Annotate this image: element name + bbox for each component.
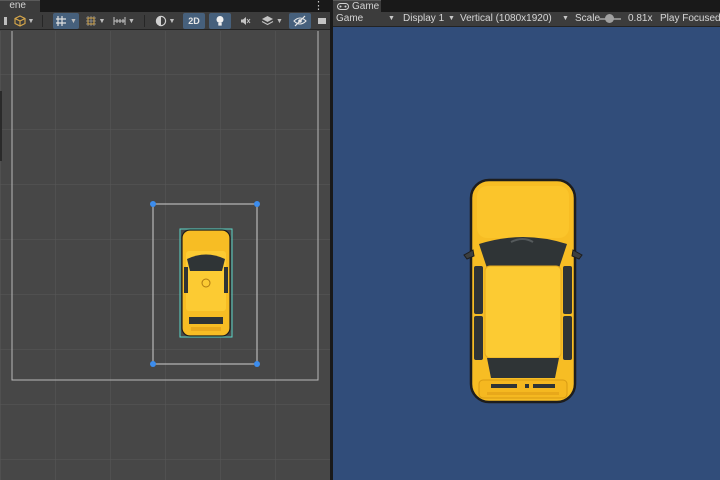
- gizmo-handle-top-right[interactable]: [254, 201, 260, 207]
- layers-icon: [261, 16, 274, 26]
- shading-mode-icon: [155, 15, 166, 27]
- tab-game[interactable]: Game: [333, 0, 381, 12]
- speaker-mute-icon: [241, 17, 251, 25]
- more-vert-icon[interactable]: ⋮: [313, 0, 324, 12]
- 2d-mode-button[interactable]: 2D: [183, 13, 205, 29]
- tab-scene[interactable]: ene: [0, 0, 40, 12]
- chevron-down-icon: ▼: [98, 17, 106, 25]
- chevron-down-icon: ▼: [168, 17, 176, 25]
- grid-icon: [56, 16, 67, 26]
- scene-viewport[interactable]: [0, 31, 330, 480]
- game-panel: Game Game ▼ Display 1 ▼ Vertical (1080x1…: [333, 0, 720, 480]
- scene-edge-marker: [0, 91, 2, 161]
- scale-slider-thumb[interactable]: [605, 14, 614, 23]
- car-sprite[interactable]: [179, 228, 233, 338]
- grid-snap-toggle[interactable]: ▼: [83, 13, 107, 29]
- scene-tab-label: ene: [9, 0, 26, 11]
- 2d-mode-label: 2D: [188, 16, 200, 26]
- scene-visibility-toggle[interactable]: [289, 13, 311, 29]
- game-canvas: [463, 178, 583, 404]
- scene-camera-dropdown[interactable]: [314, 13, 330, 29]
- snap-grid-icon: [85, 16, 96, 26]
- chevron-down-icon: ▼: [128, 17, 135, 25]
- lightbulb-icon: [216, 16, 224, 26]
- effects-dropdown[interactable]: ▼: [259, 13, 285, 29]
- chevron-down-icon: ▼: [276, 17, 283, 25]
- gizmo-handle-bottom-left[interactable]: [150, 361, 156, 367]
- lighting-toggle[interactable]: [209, 13, 231, 29]
- gizmo-handle-bottom-right[interactable]: [254, 361, 260, 367]
- audio-toggle[interactable]: [235, 13, 255, 29]
- scene-canvas: [0, 31, 330, 480]
- scene-tab-bar: ene ⋮: [0, 0, 330, 12]
- chevron-down-icon: ▼: [70, 17, 77, 25]
- scene-panel: ene ⋮ ▼ ▼ ▼ ▼ ▼ 2D ▼: [0, 0, 330, 480]
- display-label: Display 1: [403, 13, 445, 24]
- resolution-label: Vertical (1080x1920): [460, 13, 552, 24]
- chevron-down-icon: ▼: [562, 15, 569, 22]
- increment-snap-toggle[interactable]: ▼: [111, 13, 137, 29]
- gizmo-handle-top-left[interactable]: [150, 201, 156, 207]
- chevron-down-icon: ▼: [388, 15, 395, 22]
- scene-toolbar: ▼ ▼ ▼ ▼ ▼ 2D ▼: [0, 12, 330, 30]
- view-mode-label: Game: [336, 13, 364, 24]
- game-controller-icon: [337, 3, 349, 10]
- chevron-down-icon: ▼: [27, 17, 35, 25]
- camera-icon: [318, 18, 326, 24]
- scene-grid: [0, 31, 330, 480]
- scale-value: 0.81x: [628, 13, 653, 24]
- eye-hidden-icon: [293, 15, 307, 27]
- cube-icon: [13, 15, 26, 27]
- chevron-down-icon: ▼: [448, 15, 455, 22]
- hand-tool-icon[interactable]: [2, 13, 10, 29]
- scale-label: Scale: [575, 13, 601, 24]
- global-local-toggle[interactable]: ▼: [12, 13, 36, 29]
- play-focused-dropdown[interactable]: Play Focused: [660, 12, 720, 26]
- grid-visibility-toggle[interactable]: ▼: [53, 13, 79, 29]
- draw-mode-dropdown[interactable]: ▼: [153, 13, 177, 29]
- ruler-icon: [113, 17, 126, 25]
- game-tab-label: Game: [352, 0, 380, 12]
- toolbar-divider: [42, 15, 43, 27]
- game-toolbar: Game ▼ Display 1 ▼ Vertical (1080x1920) …: [333, 12, 720, 27]
- game-tab-bar: Game: [333, 0, 720, 12]
- car-game-render: [463, 178, 583, 404]
- toolbar-divider: [144, 15, 145, 27]
- game-viewport[interactable]: [333, 28, 720, 480]
